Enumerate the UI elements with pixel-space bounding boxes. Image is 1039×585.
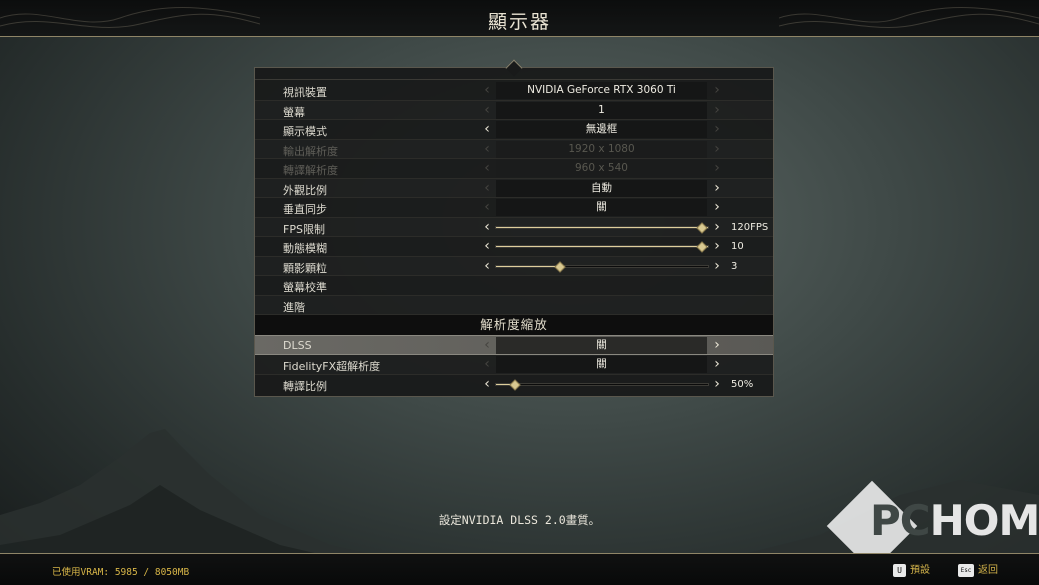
setting-label: 轉譯比例 (283, 379, 327, 393)
setting-description: 設定NVIDIA DLSS 2.0畫質。 (438, 513, 601, 527)
slider-fill (496, 265, 560, 267)
setting-value: 1920 x 1080 (496, 140, 707, 158)
setting-value: 關 (496, 337, 707, 354)
chevron-right-icon[interactable]: › (711, 102, 723, 118)
setting-row-fidelityfx[interactable]: FidelityFX超解析度 ‹ 關 › (255, 355, 773, 375)
footer-bar: 已使用VRAM: 5985 / 8050MB U 預設 Esc 返回 (0, 553, 1039, 585)
chevron-right-icon[interactable]: › (711, 337, 723, 353)
chevron-left-icon[interactable]: ‹ (481, 337, 493, 353)
chevron-right-icon[interactable]: › (711, 376, 723, 392)
setting-label: 顆影顆粒 (283, 261, 327, 275)
setting-row-output-resolution: 輸出解析度 ‹ 1920 x 1080 › (255, 140, 773, 159)
fps-limit-slider[interactable] (495, 221, 709, 234)
slider-thumb[interactable] (553, 260, 566, 273)
setting-row-display-mode[interactable]: 顯示模式 ‹ 無邊框 › (255, 120, 773, 140)
chevron-right-icon[interactable]: › (711, 82, 723, 98)
setting-label: 輸出解析度 (283, 144, 338, 158)
page-title: 顯示器 (487, 11, 551, 33)
chevron-right-icon[interactable]: › (711, 238, 723, 254)
slider-value: 120FPS (731, 221, 769, 233)
setting-label: 螢幕 (283, 105, 305, 119)
setting-row-aspect-ratio[interactable]: 外觀比例 ‹ 自動 › (255, 179, 773, 198)
section-header-resolution-scaling: 解析度縮放 (255, 315, 773, 335)
setting-value: 1 (496, 101, 707, 119)
chevron-left-icon[interactable]: ‹ (481, 219, 493, 235)
slider-thumb[interactable] (695, 221, 708, 234)
slider-row-film-grain[interactable]: 顆影顆粒 ‹ › 3 (255, 257, 773, 276)
setting-value: 自動 (496, 179, 707, 197)
chevron-right-icon[interactable]: › (711, 258, 723, 274)
setting-label: FidelityFX超解析度 (283, 360, 381, 373)
chevron-left-icon: ‹ (484, 160, 490, 176)
slider-fill (496, 246, 708, 247)
motion-blur-slider[interactable] (495, 241, 709, 253)
slider-thumb[interactable] (509, 378, 521, 391)
title-bar: 顯示器 (0, 0, 1039, 37)
hint-label: 預設 (910, 565, 930, 576)
chevron-left-icon[interactable]: ‹ (481, 199, 493, 215)
slider-row-fps-limit[interactable]: FPS限制 ‹ › 120FPS (255, 218, 773, 237)
slider-row-render-scale[interactable]: 轉譯比例 ‹ › 50% (255, 375, 773, 395)
slider-value: 50% (731, 378, 754, 390)
chevron-left-icon[interactable]: ‹ (481, 238, 493, 254)
chevron-left-icon[interactable]: ‹ (481, 258, 493, 274)
chevron-left-icon[interactable]: ‹ (481, 82, 493, 98)
chevron-right-icon[interactable]: › (711, 199, 723, 215)
slider-row-motion-blur[interactable]: 動態模糊 ‹ › 10 (255, 237, 773, 257)
film-grain-slider[interactable] (495, 260, 709, 273)
chevron-right-icon[interactable]: › (711, 356, 723, 372)
setting-value: 關 (496, 356, 707, 373)
link-label: 進階 (283, 300, 305, 314)
chevron-left-icon: ‹ (484, 140, 490, 157)
setting-label: DLSS (283, 339, 312, 352)
key-esc-icon: Esc (958, 563, 974, 577)
setting-label: 視訊裝置 (283, 86, 327, 99)
chevron-right-icon[interactable]: › (711, 121, 723, 137)
slider-value: 10 (731, 241, 744, 252)
setting-value: 960 x 540 (496, 160, 707, 177)
hint-back[interactable]: Esc 返回 (958, 561, 998, 577)
chevron-left-icon[interactable]: ‹ (481, 356, 493, 372)
setting-label: 外觀比例 (283, 183, 327, 197)
slider-value: 3 (731, 260, 738, 272)
chevron-left-icon[interactable]: ‹ (481, 102, 493, 118)
setting-label: 顯示模式 (283, 125, 327, 138)
link-row-advanced[interactable]: 進階 (255, 296, 773, 315)
slider-fill (496, 226, 708, 228)
setting-row-render-resolution: 轉譯解析度 ‹ 960 x 540 › (255, 159, 773, 179)
chevron-right-icon: › (714, 140, 720, 157)
chevron-left-icon[interactable]: ‹ (481, 121, 493, 137)
slider-thumb[interactable] (695, 241, 708, 253)
setting-value: NVIDIA GeForce RTX 3060 Ti (496, 82, 707, 99)
setting-label: 動態模糊 (283, 242, 327, 255)
render-scale-slider[interactable] (495, 378, 709, 391)
setting-value: 無邊框 (496, 121, 707, 138)
chevron-left-icon[interactable]: ‹ (481, 180, 493, 196)
display-settings-panel: 視訊裝置 ‹ NVIDIA GeForce RTX 3060 Ti › 螢幕 ‹… (254, 59, 774, 397)
hint-default[interactable]: U 預設 (893, 561, 930, 577)
panel-top-strip (255, 68, 773, 80)
setting-row-video-device[interactable]: 視訊裝置 ‹ NVIDIA GeForce RTX 3060 Ti › (255, 81, 773, 101)
chevron-right-icon[interactable]: › (711, 180, 723, 196)
key-u-icon: U (893, 563, 906, 577)
setting-value: 關 (496, 199, 707, 216)
setting-row-vsync[interactable]: 垂直同步 ‹ 關 › (255, 198, 773, 218)
link-row-screen-calibration[interactable]: 螢幕校準 (255, 276, 773, 296)
chevron-right-icon: › (714, 160, 720, 176)
setting-row-monitor[interactable]: 螢幕 ‹ 1 › (255, 101, 773, 120)
vram-usage: 已使用VRAM: 5985 / 8050MB (52, 567, 190, 578)
chevron-right-icon[interactable]: › (711, 219, 723, 235)
hint-label: 返回 (978, 565, 998, 576)
setting-row-dlss[interactable]: DLSS ‹ 關 › (255, 335, 773, 355)
setting-label: 轉譯解析度 (283, 164, 338, 177)
setting-label: FPS限制 (283, 222, 325, 236)
link-label: 螢幕校準 (283, 281, 327, 294)
setting-label: 垂直同步 (283, 203, 327, 216)
chevron-left-icon[interactable]: ‹ (481, 376, 493, 392)
